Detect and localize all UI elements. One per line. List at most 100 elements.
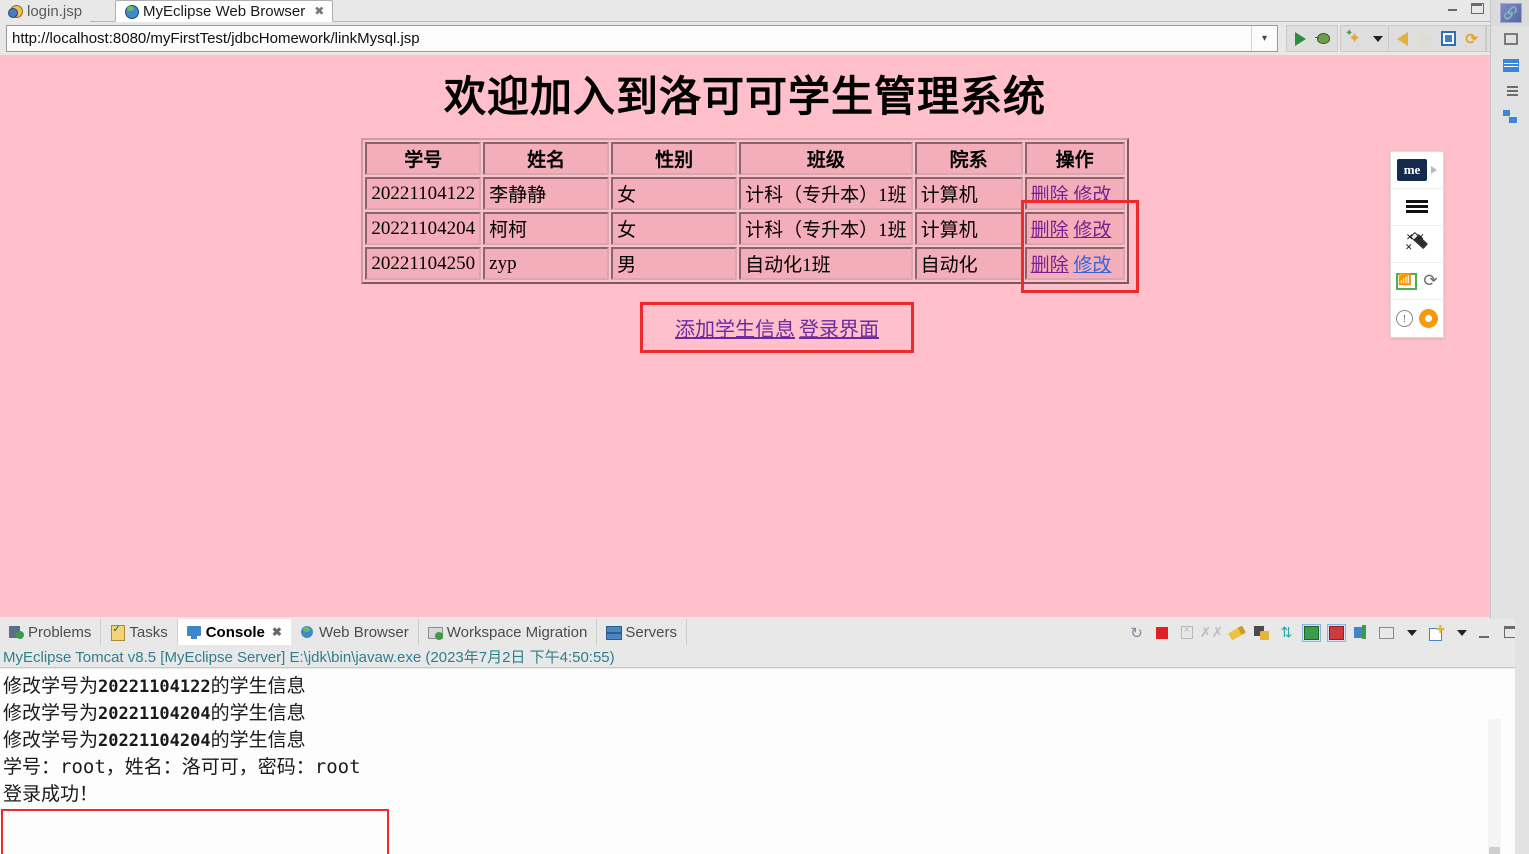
editor-tab-web-browser[interactable]: MyEclipse Web Browser ✖: [115, 0, 334, 22]
eye-icon[interactable]: [1419, 309, 1438, 328]
delete-link[interactable]: 删除: [1031, 255, 1069, 276]
students-table: 学号 姓名 性别 班级 院系 操作 20221104122 李静静 女 计科（专…: [361, 138, 1129, 284]
word-wrap-icon[interactable]: ⇅: [1277, 623, 1296, 642]
bottom-right-strip: [1515, 619, 1529, 854]
console-line: 登录成功！: [3, 784, 99, 805]
minimize-icon[interactable]: [1477, 623, 1496, 642]
show-console-out-icon[interactable]: [1302, 623, 1321, 642]
widget-menu-row[interactable]: [1391, 189, 1443, 226]
editor-tab-login-jsp[interactable]: login.jsp: [0, 0, 91, 22]
tab-label: Workspace Migration: [446, 623, 588, 641]
servers-icon: [606, 625, 623, 640]
edit-link[interactable]: 修改: [1073, 255, 1111, 276]
column-header-sex: 性别: [611, 142, 738, 175]
tab-label: Problems: [28, 623, 92, 641]
close-icon[interactable]: ✖: [314, 4, 324, 18]
console-line: 修改学号为20221104122的学生信息: [3, 676, 306, 697]
cell-class: 自动化1班: [739, 247, 913, 280]
menu-icon[interactable]: [1406, 200, 1428, 214]
open-console-icon[interactable]: [1427, 623, 1446, 642]
stop-icon[interactable]: [1438, 28, 1459, 49]
new-wizard-dropdown-icon[interactable]: [1367, 28, 1388, 49]
tab-tasks[interactable]: Tasks: [101, 619, 178, 645]
clear-console-icon[interactable]: [1227, 623, 1246, 642]
console-scrollbar[interactable]: [1488, 719, 1501, 854]
new-wizard-group: ✦ ✦: [1340, 25, 1392, 52]
refresh-icon[interactable]: ⟳: [1423, 271, 1437, 291]
console-output-annotation: [1, 809, 389, 854]
edit-link[interactable]: 修改: [1073, 185, 1111, 206]
new-wizard-icon[interactable]: ✦ ✦: [1344, 28, 1365, 49]
editor-tab-label: login.jsp: [27, 2, 83, 20]
restore-icon[interactable]: [1491, 26, 1529, 52]
tasks-icon: [110, 624, 126, 641]
tab-label: Servers: [625, 623, 678, 641]
minimize-icon[interactable]: [1446, 2, 1460, 14]
floating-widget-panel: me ✕ ✕ ✕ ⟳ !: [1390, 151, 1444, 338]
delete-link[interactable]: 删除: [1031, 220, 1069, 241]
tab-web-browser[interactable]: Web Browser: [291, 619, 419, 645]
cell-dept: 自动化: [914, 247, 1023, 280]
login-page-link[interactable]: 登录界面: [799, 319, 879, 341]
column-header-id: 学号: [365, 142, 482, 175]
terminate-icon[interactable]: [1152, 623, 1171, 642]
refresh-icon[interactable]: ⟳: [1461, 28, 1482, 49]
url-input[interactable]: http://localhost:8080/myFirstTest/jdbcHo…: [7, 30, 1251, 47]
open-console-dropdown-icon[interactable]: [1452, 623, 1471, 642]
display-selected-console-icon[interactable]: [1377, 623, 1396, 642]
browser-page: 欢迎加入到洛可可学生管理系统 学号 姓名 性别 班级 院系 操作 2022110…: [0, 55, 1490, 617]
display-dropdown-icon[interactable]: [1402, 623, 1421, 642]
widget-logo-row[interactable]: me: [1391, 152, 1443, 189]
tab-servers[interactable]: Servers: [597, 619, 688, 645]
edit-link[interactable]: 修改: [1073, 220, 1111, 241]
remove-all-terminated-icon[interactable]: ✗✗: [1200, 623, 1223, 642]
tab-problems[interactable]: Problems: [0, 619, 102, 645]
cell-sex: 女: [611, 212, 738, 245]
expand-arrow-icon[interactable]: [1431, 166, 1437, 174]
tab-label: Web Browser: [318, 623, 409, 641]
forward-icon[interactable]: [1415, 28, 1436, 49]
outline-icon[interactable]: [1491, 78, 1529, 104]
editor-tab-strip: login.jsp MyEclipse Web Browser ✖: [0, 0, 1490, 22]
cell-class: 计科（专升本）1班: [739, 177, 913, 210]
add-student-link[interactable]: 添加学生信息: [675, 319, 795, 341]
delete-link[interactable]: 删除: [1031, 185, 1069, 206]
scroll-lock-icon[interactable]: [1252, 623, 1271, 642]
debug-icon[interactable]: [1313, 28, 1334, 49]
me-logo-icon: me: [1397, 159, 1427, 181]
refresh-icon[interactable]: ↻: [1127, 623, 1146, 642]
tab-workspace-migration[interactable]: Workspace Migration: [419, 619, 598, 645]
column-header-actions: 操作: [1024, 142, 1125, 175]
widget-wand-row[interactable]: ✕ ✕ ✕: [1391, 226, 1443, 263]
cell-name: 李静静: [483, 177, 610, 210]
myeclipse-window: login.jsp MyEclipse Web Browser ✖ http:/…: [0, 0, 1529, 854]
fast-view-bar: 🔗: [1490, 0, 1529, 620]
editor-tab-label: MyEclipse Web Browser: [143, 2, 306, 20]
back-icon[interactable]: [1392, 28, 1413, 49]
cell-class: 计科（专升本）1班: [739, 212, 913, 245]
console-output[interactable]: 修改学号为20221104122的学生信息 修改学号为20221104204的学…: [0, 669, 1515, 854]
url-history-dropdown-icon[interactable]: ▾: [1251, 26, 1277, 51]
browser-toolbar: http://localhost:8080/myFirstTest/jdbcHo…: [0, 23, 1516, 55]
cast-icon[interactable]: [1396, 272, 1418, 290]
warning-icon[interactable]: !: [1396, 310, 1413, 327]
close-icon[interactable]: ✖: [272, 625, 282, 639]
hierarchy-icon[interactable]: [1491, 104, 1529, 130]
cell-id: 20221104204: [365, 212, 482, 245]
remove-launch-icon[interactable]: [1177, 623, 1196, 642]
console-process-header: MyEclipse Tomcat v8.5 [MyEclipse Server]…: [0, 646, 1529, 668]
magic-wand-icon[interactable]: ✕ ✕ ✕: [1404, 232, 1430, 256]
console-line: 学号：root，姓名：洛可可，密码：root: [3, 756, 361, 778]
url-bar[interactable]: http://localhost:8080/myFirstTest/jdbcHo…: [6, 25, 1278, 52]
cell-sex: 男: [611, 247, 738, 280]
run-icon[interactable]: [1290, 28, 1311, 49]
package-explorer-icon[interactable]: [1491, 52, 1529, 78]
pin-console-icon[interactable]: [1352, 623, 1371, 642]
tab-console[interactable]: Console ✖: [177, 619, 291, 645]
show-console-err-icon[interactable]: [1327, 623, 1346, 642]
console-icon: [186, 625, 202, 640]
maximize-icon[interactable]: [1470, 2, 1484, 14]
scrollbar-thumb[interactable]: [1489, 847, 1500, 854]
perspective-switcher-icon[interactable]: 🔗: [1491, 0, 1529, 26]
migration-icon: [427, 625, 443, 640]
